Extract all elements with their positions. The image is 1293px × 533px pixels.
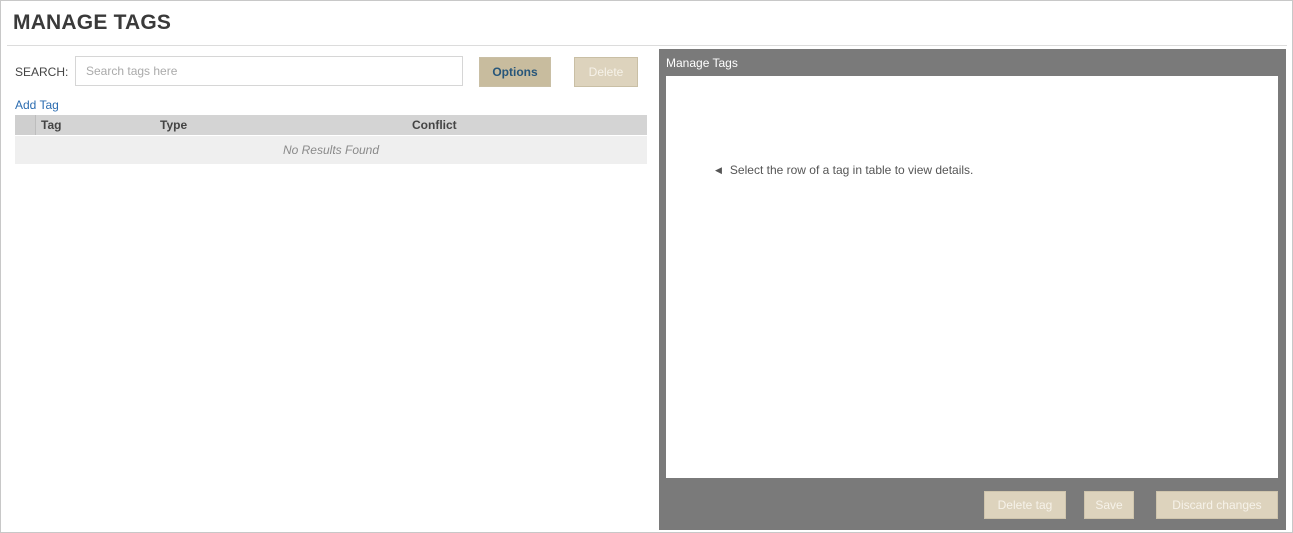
column-header-tag[interactable]: Tag	[41, 118, 61, 132]
column-header-type[interactable]: Type	[160, 118, 187, 132]
delete-button[interactable]: Delete	[574, 57, 638, 87]
hint-text: Select the row of a tag in table to view…	[729, 163, 974, 177]
page-title: MANAGE TAGS	[13, 11, 172, 34]
tags-table: Tag Type Conflict No Results Found	[15, 115, 647, 164]
search-label: SEARCH:	[15, 65, 69, 79]
title-divider	[7, 45, 1287, 46]
options-button[interactable]: Options	[479, 57, 551, 87]
discard-changes-button[interactable]: Discard changes	[1156, 491, 1278, 519]
details-panel-title: Manage Tags	[666, 56, 738, 70]
manage-tags-window: MANAGE TAGS SEARCH: Options Delete Add T…	[0, 0, 1293, 533]
delete-tag-button[interactable]: Delete tag	[984, 491, 1066, 519]
details-panel-body: ◀ Select the row of a tag in table to vi…	[666, 76, 1278, 478]
table-header: Tag Type Conflict	[15, 115, 647, 135]
details-panel: Manage Tags ◀ Select the row of a tag in…	[659, 49, 1286, 530]
search-input[interactable]	[75, 56, 463, 86]
select-row-hint: ◀ Select the row of a tag in table to vi…	[715, 163, 973, 177]
add-tag-link[interactable]: Add Tag	[15, 98, 59, 112]
caret-left-icon: ◀	[715, 164, 722, 175]
save-button[interactable]: Save	[1084, 491, 1134, 519]
empty-results-row: No Results Found	[15, 136, 647, 164]
column-header-conflict[interactable]: Conflict	[412, 118, 457, 132]
select-column-header[interactable]	[15, 115, 36, 135]
